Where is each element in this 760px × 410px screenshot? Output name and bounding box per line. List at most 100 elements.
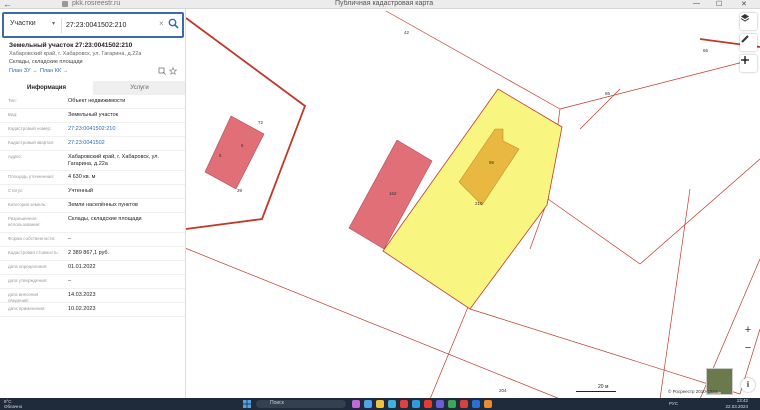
scale-line [576, 391, 616, 392]
attribute-row: дата определения: 01.01.2022 [0, 261, 185, 275]
info-button[interactable]: i [741, 378, 755, 392]
yandex-icon[interactable] [424, 400, 432, 408]
attribute-label: дата утверждения: [8, 278, 48, 283]
attribute-row: Разрешенное использование: Склады, складс… [0, 213, 185, 233]
attribute-label: Разрешенное использование: [8, 216, 41, 227]
folder-icon[interactable] [376, 400, 384, 408]
attribute-value: – [68, 278, 72, 284]
parcel-label: 204 [499, 388, 507, 393]
object-use: Склады, складские площади [9, 59, 83, 65]
back-arrow-icon[interactable]: ← [3, 0, 12, 9]
attribute-value: Хабаровский край, г. Хабаровск, ул. Гага… [68, 154, 160, 167]
attribute-label: Вид: [8, 112, 18, 117]
attribute-label: дата определения: [8, 264, 48, 269]
attribute-label: Тип: [8, 98, 17, 103]
app-icon[interactable] [364, 400, 372, 408]
crosshair-icon [741, 56, 749, 64]
telegram-icon[interactable] [412, 400, 420, 408]
attribute-row: Адрес: Хабаровский край, г. Хабаровск, ул… [0, 151, 185, 171]
zoom-out-button[interactable]: − [740, 340, 756, 356]
attribute-value-link[interactable]: 27:23:0041502:210 [68, 126, 180, 133]
building-6[interactable] [204, 115, 265, 190]
attribute-label: Кадастровая стоимость: [8, 250, 59, 255]
app-icon[interactable] [352, 400, 360, 408]
locate-button[interactable] [740, 55, 757, 72]
screen: ← pkk.rosreestr.ru Публичная кадастровая… [0, 0, 760, 410]
address-bar[interactable]: pkk.rosreestr.ru [72, 0, 120, 7]
windows-start-icon[interactable] [243, 400, 251, 408]
search-input[interactable] [66, 18, 156, 33]
object-title: Земельный участок 27:23:0041502:210 [9, 42, 133, 49]
attribute-value: 4 630 кв. м [68, 174, 96, 180]
chevron-down-icon[interactable]: ▾ [52, 20, 55, 27]
attribute-value-link[interactable]: 27:23:0041502 [68, 140, 180, 147]
app-icon[interactable] [400, 400, 408, 408]
window-title: Публичная кадастровая карта [335, 0, 434, 7]
attribute-value: Учтенный [68, 188, 93, 194]
tab-info[interactable]: Информация [0, 81, 93, 95]
app-icon[interactable] [484, 400, 492, 408]
close-window-button[interactable]: ✕ [741, 0, 747, 8]
search-icon[interactable] [168, 18, 179, 29]
parcel-label: 66 [703, 48, 709, 53]
layers-button[interactable] [740, 13, 757, 30]
app-icon[interactable] [472, 400, 480, 408]
attribute-row: Статус: Учтенный [0, 185, 185, 199]
panel-tabs: Информация Услуги [0, 81, 185, 95]
scale-label: 20 м [598, 384, 609, 390]
plan-zu-link[interactable]: План ЗУ → [9, 68, 38, 74]
measure-button[interactable] [740, 34, 757, 51]
app-icon[interactable] [436, 400, 444, 408]
parcel-label: 210 [475, 201, 483, 206]
attribute-row: дата внесения сведений: 14.03.2023 [0, 289, 185, 303]
parcel-label: 42 [404, 30, 410, 35]
zoom-to-icon[interactable] [158, 67, 166, 75]
parcel-label: 72 [258, 120, 264, 125]
attribute-row: Форма собственности: – [0, 233, 185, 247]
attribute-label: Категория земель: [8, 202, 47, 207]
attribute-value: Склады, складские площади [68, 216, 142, 222]
attribute-row: Категория земель: Земли населённых пункто… [0, 199, 185, 213]
star-icon[interactable] [169, 67, 177, 75]
weather-widget[interactable]: 8°C Облачно [4, 399, 22, 409]
attribute-row: Вид: Земельный участок [0, 109, 185, 123]
language-indicator[interactable]: РУС [669, 401, 678, 406]
attribute-value: – [68, 236, 72, 242]
clock[interactable]: 13:42 22.03.2024 [718, 398, 748, 409]
attribute-label: Форма собственности: [8, 236, 56, 241]
attribute-row: Кадастровая стоимость: 2 389 867,1 руб. [0, 247, 185, 261]
clear-icon[interactable]: × [159, 19, 164, 28]
attribute-row: Тип: Объект недвижимости [0, 95, 185, 109]
taskbar-search[interactable]: Поиск [256, 400, 346, 408]
object-panel: Участки ▾ × Земельный участок 27:23:0041… [0, 9, 186, 398]
app-icon[interactable] [460, 400, 468, 408]
app-icon[interactable] [448, 400, 456, 408]
app-icon[interactable] [388, 400, 396, 408]
attribute-value: Земельный участок [68, 112, 119, 118]
attribute-value: 2 389 867,1 руб. [68, 250, 110, 256]
clock-date: 22.03.2024 [725, 403, 748, 409]
zoom-in-button[interactable]: + [740, 322, 756, 338]
plan-kk-link[interactable]: План КК → [40, 68, 68, 74]
attribute-value: 14.03.2023 [68, 292, 96, 298]
maximize-button[interactable]: ☐ [716, 0, 722, 8]
attribute-label: Кадастровый квартал: [8, 140, 55, 145]
copyright: © Росреестр 2010-2024 [668, 389, 718, 394]
attribute-label: Статус: [8, 188, 24, 193]
attribute-value: Объект недвижимости [68, 98, 126, 104]
lock-icon [62, 1, 68, 7]
minimize-button[interactable]: — [693, 0, 700, 7]
attribute-row: Площадь уточненная: 4 630 кв. м [0, 171, 185, 185]
layers-icon [740, 14, 750, 22]
weather-text: Облачно [4, 404, 23, 409]
ruler-icon [741, 35, 749, 43]
attribute-value: Земли населённых пунктов [68, 202, 138, 208]
tab-services[interactable]: Услуги [93, 81, 185, 95]
attribute-label: Площадь уточненная: [8, 174, 54, 179]
divider [61, 18, 62, 33]
parcel-label: 86 [605, 91, 611, 96]
browser-titlebar: ← pkk.rosreestr.ru Публичная кадастровая… [0, 0, 760, 9]
os-taskbar: 8°C Облачно Поиск РУС 13:42 22.03.2024 [0, 398, 760, 410]
search-category-select[interactable]: Участки [10, 20, 36, 27]
attribute-row: дата применения: 10.02.2023 [0, 303, 185, 317]
